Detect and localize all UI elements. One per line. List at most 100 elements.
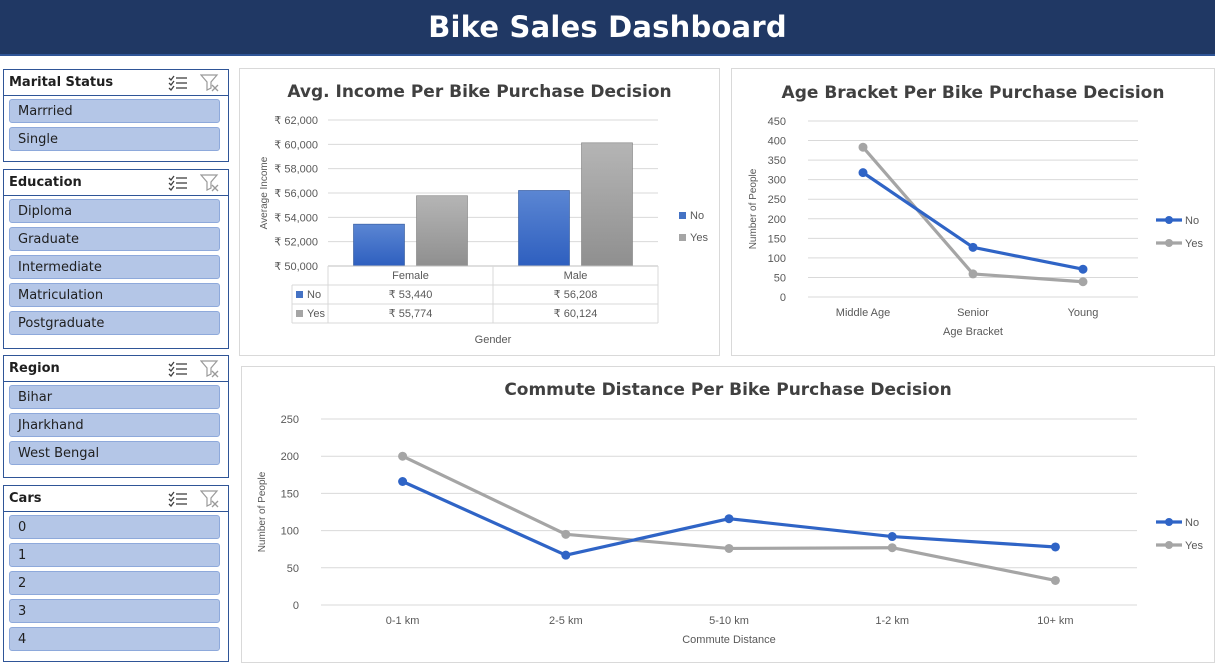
y-tick-label: 200 — [281, 451, 299, 463]
data-label: ₹ 55,774 — [389, 308, 433, 320]
bar-no-male — [518, 190, 570, 267]
data-point-yes — [1078, 277, 1088, 287]
legend-marker-no — [1165, 518, 1173, 526]
avg-income-chart-panel: Avg. Income Per Bike Purchase Decision ₹… — [239, 68, 720, 356]
y-tick-label: 100 — [281, 526, 299, 538]
table-legend-key — [296, 310, 303, 317]
avg-income-bar-chart: ₹ 50,000 ₹ 52,000 ₹ 54,000 ₹ 56,000 ₹ 58,000… — [259, 115, 708, 346]
slicer-education: Education Diploma Graduate Intermediate Matr… — [3, 169, 229, 349]
legend-key-no — [679, 212, 686, 219]
x-category-label: Male — [564, 270, 588, 282]
x-category-label: 2-5 km — [549, 615, 583, 627]
slicer-item[interactable]: 1 — [9, 543, 220, 567]
y-tick-label: ₹ 60,000 — [274, 139, 318, 151]
commute-distance-line-chart: 0 50 100 150 200 250 0-1 km 2-5 km 5-10 km 1-2 km… — [257, 414, 1203, 646]
x-axis-title: Gender — [475, 334, 512, 346]
slicer-title: Education — [9, 175, 82, 190]
data-point-yes — [968, 269, 978, 279]
y-tick-label: ₹ 50,000 — [274, 261, 318, 273]
multi-select-icon[interactable] — [168, 491, 188, 507]
slicer-item[interactable]: Bihar — [9, 385, 220, 409]
commute-distance-chart-panel: Commute Distance Per Bike Purchase Decis… — [241, 366, 1215, 663]
y-tick-label: 150 — [281, 488, 299, 500]
slicer-header: Cars — [4, 486, 228, 512]
clear-filter-icon[interactable] — [200, 173, 220, 192]
slicer-title: Marital Status — [9, 75, 114, 90]
slicer-item[interactable]: Single — [9, 127, 220, 151]
slicer-item[interactable]: Marrried — [9, 99, 220, 123]
bar-yes-male — [581, 142, 633, 267]
y-tick-label: 200 — [768, 214, 786, 226]
dashboard-header: Bike Sales Dashboard — [0, 0, 1215, 56]
data-point-no — [724, 514, 734, 524]
y-tick-label: ₹ 58,000 — [274, 164, 318, 176]
legend-label: No — [1185, 215, 1199, 227]
table-series-name: No — [307, 289, 321, 301]
y-axis-title: Average Income — [259, 156, 270, 229]
slicer-toolbar — [168, 73, 220, 92]
x-axis-title: Age Bracket — [943, 326, 1003, 338]
clear-filter-icon[interactable] — [200, 73, 220, 92]
legend-label: No — [690, 210, 704, 222]
y-tick-label: 300 — [768, 175, 786, 187]
slicer-toolbar — [168, 359, 220, 378]
slicer-item[interactable]: 4 — [9, 627, 220, 651]
x-category-label: Young — [1068, 307, 1099, 319]
y-tick-label: 50 — [287, 563, 299, 575]
y-tick-label: ₹ 56,000 — [274, 188, 318, 200]
bar-no-female — [353, 223, 405, 267]
slicer-item[interactable]: Matriculation — [9, 283, 220, 307]
legend-label: Yes — [690, 232, 708, 244]
slicer-toolbar — [168, 173, 220, 192]
slicer-item[interactable]: Diploma — [9, 199, 220, 223]
slicer-item[interactable]: West Bengal — [9, 441, 220, 465]
y-tick-label: 150 — [768, 233, 786, 245]
y-tick-label: ₹ 62,000 — [274, 115, 318, 127]
y-tick-label: 250 — [768, 194, 786, 206]
slicer-item[interactable]: 0 — [9, 515, 220, 539]
multi-select-icon[interactable] — [168, 175, 188, 191]
multi-select-icon[interactable] — [168, 361, 188, 377]
clear-filter-icon[interactable] — [200, 359, 220, 378]
y-tick-label: 250 — [281, 414, 299, 426]
data-label: ₹ 53,440 — [389, 289, 433, 301]
legend-marker-yes — [1165, 239, 1173, 247]
x-category-label: 5-10 km — [709, 615, 749, 627]
slicer-title: Cars — [9, 491, 42, 506]
y-tick-label: 0 — [293, 600, 299, 612]
slicer-item[interactable]: Postgraduate — [9, 311, 220, 335]
table-series-name: Yes — [307, 308, 325, 320]
slicer-toolbar — [168, 489, 220, 508]
slicer-item[interactable]: 2 — [9, 571, 220, 595]
y-tick-label: 50 — [774, 272, 786, 284]
legend-label: No — [1185, 517, 1199, 529]
slicer-item[interactable]: 3 — [9, 599, 220, 623]
x-category-label: Senior — [957, 307, 989, 319]
slicer-item[interactable]: Graduate — [9, 227, 220, 251]
slicer-title: Region — [9, 361, 60, 376]
slicer-header: Region — [4, 356, 228, 382]
slicer-item[interactable]: Jharkhand — [9, 413, 220, 437]
slicer-item[interactable]: Intermediate — [9, 255, 220, 279]
slicer-header: Education — [4, 170, 228, 196]
table-legend-key — [296, 291, 303, 298]
x-category-label: 0-1 km — [386, 615, 420, 627]
legend-label: Yes — [1185, 238, 1203, 250]
y-tick-label: 350 — [768, 155, 786, 167]
data-point-yes — [887, 543, 897, 553]
y-tick-label: 100 — [768, 253, 786, 265]
y-tick-label: ₹ 54,000 — [274, 212, 318, 224]
data-point-yes — [724, 543, 734, 553]
clear-filter-icon[interactable] — [200, 489, 220, 508]
slicer-region: Region Bihar Jharkhand West Bengal — [3, 355, 229, 478]
age-bracket-chart-panel: Age Bracket Per Bike Purchase Decision 0… — [731, 68, 1215, 356]
data-point-yes — [1050, 575, 1060, 585]
y-tick-label: 450 — [768, 116, 786, 128]
multi-select-icon[interactable] — [168, 75, 188, 91]
y-tick-label: 0 — [780, 292, 786, 304]
legend-marker-no — [1165, 216, 1173, 224]
y-tick-label: 400 — [768, 136, 786, 148]
data-point-yes — [398, 451, 408, 461]
legend-label: Yes — [1185, 540, 1203, 552]
y-axis-title: Number of People — [257, 471, 268, 552]
